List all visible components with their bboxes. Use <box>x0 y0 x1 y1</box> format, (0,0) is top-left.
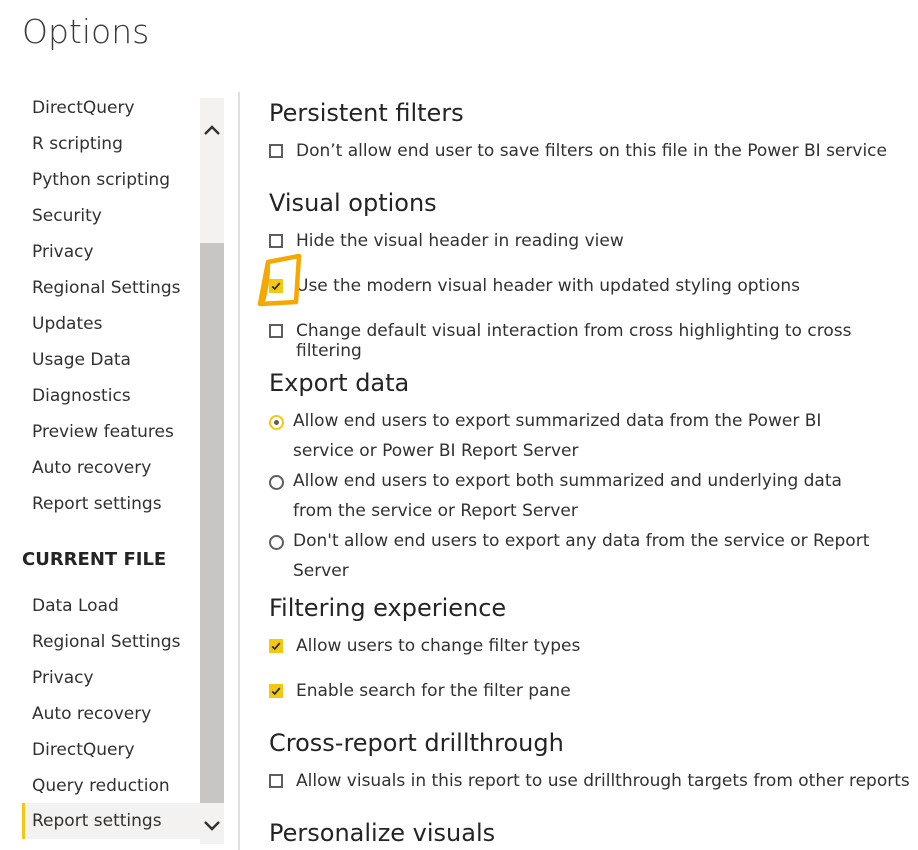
filtering-experience-title: Filtering experience <box>269 594 507 622</box>
nav-item-preview-features[interactable]: Preview features <box>22 415 200 449</box>
cross-report-drillthrough-option[interactable]: Allow visuals in this report to use dril… <box>269 771 910 791</box>
radio[interactable] <box>269 535 284 550</box>
nav-item-file-auto-recovery[interactable]: Auto recovery <box>22 697 200 731</box>
option-label: Use the modern visual header with update… <box>296 276 800 296</box>
filter-pane-search-option[interactable]: Enable search for the filter pane <box>269 681 571 701</box>
nav-item-file-privacy[interactable]: Privacy <box>22 661 200 695</box>
nav-item-updates[interactable]: Updates <box>22 307 200 341</box>
option-label: Allow end users to export summarized dat… <box>293 411 822 461</box>
option-label: Allow visuals in this report to use dril… <box>296 771 910 791</box>
nav-item-file-regional-settings[interactable]: Regional Settings <box>22 625 200 659</box>
nav-item-privacy[interactable]: Privacy <box>22 235 200 269</box>
scroll-down-button[interactable] <box>200 810 224 842</box>
nav-item-file-report-settings[interactable]: Report settings <box>22 803 200 839</box>
checkbox-checked[interactable] <box>269 684 283 698</box>
hide-visual-header-option[interactable]: Hide the visual header in reading view <box>269 231 624 251</box>
export-data-title: Export data <box>269 369 410 397</box>
checkbox[interactable] <box>269 234 283 248</box>
chevron-down-icon <box>204 821 220 831</box>
nav-item-diagnostics[interactable]: Diagnostics <box>22 379 200 413</box>
export-none-option[interactable]: Don't allow end users to export any data… <box>269 531 878 586</box>
nav-item-file-directquery[interactable]: DirectQuery <box>22 733 200 767</box>
option-label: Allow users to change filter types <box>296 636 581 656</box>
cross-report-drillthrough-title: Cross-report drillthrough <box>269 729 564 757</box>
checkmark-icon <box>271 687 281 696</box>
nav-scrollbar-thumb[interactable] <box>200 243 224 803</box>
option-label: Change default visual interaction from c… <box>296 321 852 361</box>
nav-item-auto-recovery[interactable]: Auto recovery <box>22 451 200 485</box>
nav-item-directquery[interactable]: DirectQuery <box>22 91 200 125</box>
option-label: Enable search for the filter pane <box>296 681 571 701</box>
option-label: Don't allow end users to export any data… <box>293 531 870 581</box>
export-summarized-option[interactable]: Allow end users to export summarized dat… <box>269 411 878 466</box>
radio-selected[interactable] <box>269 415 284 430</box>
scroll-up-button[interactable] <box>200 114 224 146</box>
export-underlying-option[interactable]: Allow end users to export both summarize… <box>269 471 878 526</box>
persistent-filters-option[interactable]: Don’t allow end user to save filters on … <box>269 141 887 161</box>
nav-item-r-scripting[interactable]: R scripting <box>22 127 200 161</box>
nav-item-python-scripting[interactable]: Python scripting <box>22 163 200 197</box>
persistent-filters-title: Persistent filters <box>269 99 464 127</box>
cross-filtering-option[interactable]: Change default visual interaction from c… <box>269 321 918 361</box>
option-label: Don’t allow end user to save filters on … <box>296 141 887 161</box>
current-file-header: CURRENT FILE <box>22 549 167 570</box>
checkmark-icon <box>271 642 281 651</box>
checkbox-checked[interactable] <box>269 279 283 293</box>
personalize-visuals-title: Personalize visuals <box>269 819 496 847</box>
pane-divider <box>238 92 240 850</box>
nav-item-file-query-reduction[interactable]: Query reduction <box>22 769 200 803</box>
option-label: Hide the visual header in reading view <box>296 231 624 251</box>
checkbox[interactable] <box>269 144 283 158</box>
checkbox[interactable] <box>269 774 283 788</box>
nav-item-regional-settings[interactable]: Regional Settings <box>22 271 200 305</box>
option-label: Allow end users to export both summarize… <box>293 471 842 521</box>
nav-item-security[interactable]: Security <box>22 199 200 233</box>
nav-item-report-settings[interactable]: Report settings <box>22 487 200 521</box>
modern-visual-header-option[interactable]: Use the modern visual header with update… <box>269 276 800 296</box>
chevron-up-icon <box>204 125 220 135</box>
checkbox-checked[interactable] <box>269 639 283 653</box>
visual-options-title: Visual options <box>269 189 437 217</box>
radio[interactable] <box>269 475 284 490</box>
checkbox[interactable] <box>269 324 283 338</box>
change-filter-types-option[interactable]: Allow users to change filter types <box>269 636 580 656</box>
checkmark-icon <box>271 282 281 291</box>
nav-item-usage-data[interactable]: Usage Data <box>22 343 200 377</box>
nav-item-file-data-load[interactable]: Data Load <box>22 589 200 623</box>
options-dialog-title: Options <box>22 12 150 51</box>
